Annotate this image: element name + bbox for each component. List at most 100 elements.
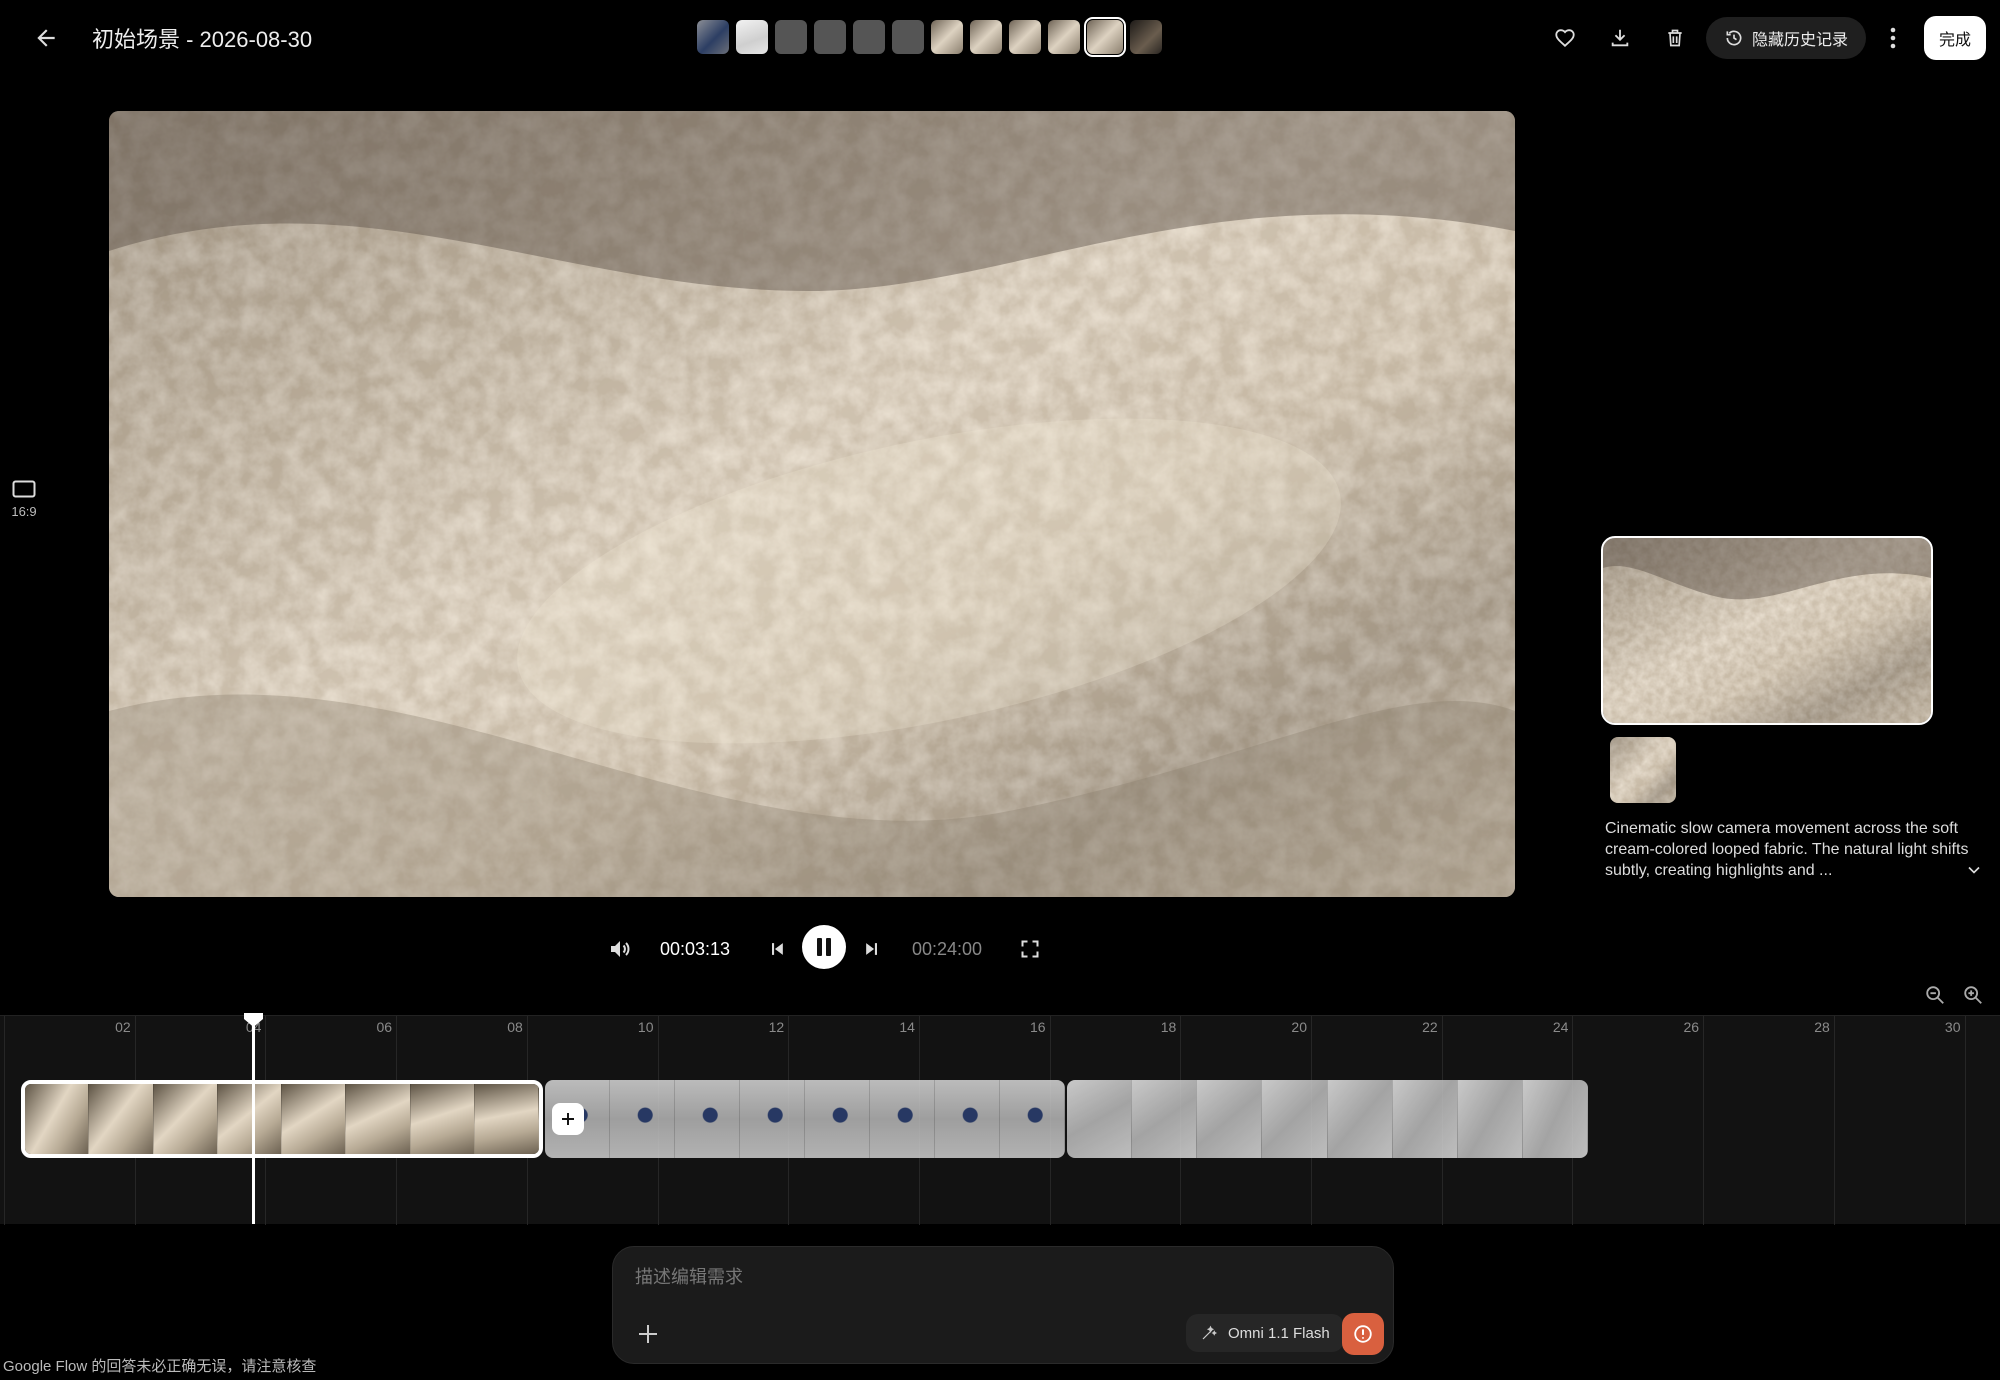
clip-frame xyxy=(610,1080,675,1158)
aspect-ratio-selector[interactable]: 16:9 xyxy=(10,480,38,519)
volume-button[interactable] xyxy=(606,929,634,969)
hide-history-label: 隐藏历史记录 xyxy=(1752,32,1849,49)
clip-frame xyxy=(410,1084,475,1154)
selected-clip-preview[interactable] xyxy=(1601,536,1933,725)
send-button[interactable] xyxy=(1342,1313,1384,1355)
send-icon xyxy=(1352,1323,1374,1345)
expand-description-button[interactable] xyxy=(1964,860,1988,884)
clip-description: Cinematic slow camera movement across th… xyxy=(1605,820,1969,879)
favorite-button[interactable] xyxy=(1545,18,1585,58)
timeline-tick-label: 28 xyxy=(1814,1019,1830,1035)
pause-button[interactable] xyxy=(802,925,846,969)
clip-fabric[interactable] xyxy=(21,1080,543,1158)
timeline-gridline xyxy=(1833,1016,1835,1225)
skip-previous-button[interactable] xyxy=(763,929,791,969)
history-thumbnail[interactable] xyxy=(1130,20,1162,54)
model-label: Omni 1.1 Flash xyxy=(1228,1324,1330,1342)
hide-history-button[interactable]: 隐藏历史记录 xyxy=(1706,17,1867,59)
download-button[interactable] xyxy=(1600,18,1640,58)
timeline-tick-label: 12 xyxy=(768,1019,785,1035)
clip-frame xyxy=(870,1080,935,1158)
timeline-tick-label: 20 xyxy=(1291,1019,1307,1035)
skip-next-icon xyxy=(862,939,882,959)
timeline-tick-label: 08 xyxy=(507,1019,523,1035)
clip-frame xyxy=(282,1084,347,1154)
clip-frame xyxy=(217,1084,282,1154)
chevron-down-icon xyxy=(1964,860,1988,880)
clip-frame xyxy=(1197,1080,1263,1158)
edit-prompt-input[interactable] xyxy=(635,1261,1355,1293)
timeline-tick-label: 06 xyxy=(376,1019,393,1035)
more-options-button[interactable] xyxy=(1873,18,1913,58)
history-thumbnail[interactable] xyxy=(814,20,846,54)
history-thumbnail[interactable] xyxy=(970,20,1002,54)
aspect-ratio-icon xyxy=(12,480,36,498)
clip-folded-socks[interactable] xyxy=(545,1080,1065,1158)
history-thumbnail[interactable] xyxy=(697,20,729,54)
history-thumbnail[interactable] xyxy=(931,20,963,54)
ai-disclaimer: Google Flow 的回答未必正确无误，请注意核查 xyxy=(3,1358,317,1375)
history-thumbnail[interactable] xyxy=(853,20,885,54)
timeline-zoom-in-button[interactable] xyxy=(1962,984,1988,1010)
add-attachment-button[interactable] xyxy=(631,1317,665,1351)
clip-frame xyxy=(1457,1080,1523,1158)
history-thumbnail[interactable] xyxy=(736,20,768,54)
clip-frame xyxy=(1522,1080,1588,1158)
video-preview[interactable] xyxy=(109,111,1515,897)
timeline-tick-label: 26 xyxy=(1683,1019,1700,1035)
history-thumbnail[interactable] xyxy=(1084,17,1126,57)
top-bar: 初始场景 - 2026-08-30 隐藏历史记录 完成 xyxy=(0,0,2000,76)
done-button[interactable]: 完成 xyxy=(1924,16,1986,60)
timeline-zoom-out-button[interactable] xyxy=(1924,984,1950,1010)
clip-frame xyxy=(805,1080,870,1158)
clip-frame xyxy=(1067,1080,1133,1158)
timeline-tick-label: 02 xyxy=(115,1019,131,1035)
pause-icon xyxy=(815,937,833,957)
arrow-left-icon xyxy=(33,25,59,51)
clip-frame xyxy=(346,1084,411,1154)
add-clip-button[interactable] xyxy=(552,1103,584,1135)
clip-frame xyxy=(675,1080,740,1158)
timeline-tick-label: 00 xyxy=(0,1019,4,1035)
model-selector[interactable]: Omni 1.1 Flash xyxy=(1186,1314,1344,1352)
clip-white-socks[interactable] xyxy=(1067,1080,1588,1158)
history-thumbnail[interactable] xyxy=(1048,20,1080,54)
heart-icon xyxy=(1554,27,1576,49)
history-thumbnail-strip xyxy=(697,17,1162,57)
zoom-out-icon xyxy=(1924,984,1950,1006)
clip-frame xyxy=(1000,1080,1065,1158)
delete-button[interactable] xyxy=(1655,18,1695,58)
clip-frame xyxy=(740,1080,805,1158)
wand-icon xyxy=(1200,1324,1218,1342)
fullscreen-button[interactable] xyxy=(1016,929,1044,969)
clip-frame xyxy=(1132,1080,1198,1158)
history-thumbnail[interactable] xyxy=(1009,20,1041,54)
volume-icon xyxy=(608,937,632,961)
history-thumbnail[interactable] xyxy=(892,20,924,54)
timeline[interactable]: 00020406081012141618202224262830 xyxy=(0,1015,2000,1225)
trash-icon xyxy=(1665,27,1685,49)
timeline-tick-label: 22 xyxy=(1422,1019,1438,1035)
playhead-handle[interactable] xyxy=(244,1013,263,1027)
skip-previous-icon xyxy=(767,939,787,959)
plus-icon xyxy=(636,1322,660,1346)
timeline-tick-label: 24 xyxy=(1552,1019,1569,1035)
timeline-gridline xyxy=(1964,1016,1966,1225)
clip-frame xyxy=(1392,1080,1458,1158)
current-time: 00:03:13 xyxy=(660,938,731,959)
timeline-tick-label: 30 xyxy=(1944,1019,1961,1035)
back-button[interactable] xyxy=(26,20,66,56)
clip-frame xyxy=(1327,1080,1393,1158)
clip-frame xyxy=(25,1084,90,1154)
clip-frame xyxy=(153,1084,218,1154)
total-time: 00:24:00 xyxy=(912,938,983,959)
reference-image-thumbnail[interactable] xyxy=(1610,737,1676,803)
clip-frame xyxy=(935,1080,1000,1158)
more-vert-icon xyxy=(1890,27,1896,49)
clip-frame xyxy=(474,1084,539,1154)
playhead[interactable] xyxy=(252,1014,255,1224)
timeline-tick-label: 16 xyxy=(1030,1019,1046,1035)
skip-next-button[interactable] xyxy=(858,929,886,969)
aspect-ratio-label: 16:9 xyxy=(11,504,37,519)
history-thumbnail[interactable] xyxy=(775,20,807,54)
